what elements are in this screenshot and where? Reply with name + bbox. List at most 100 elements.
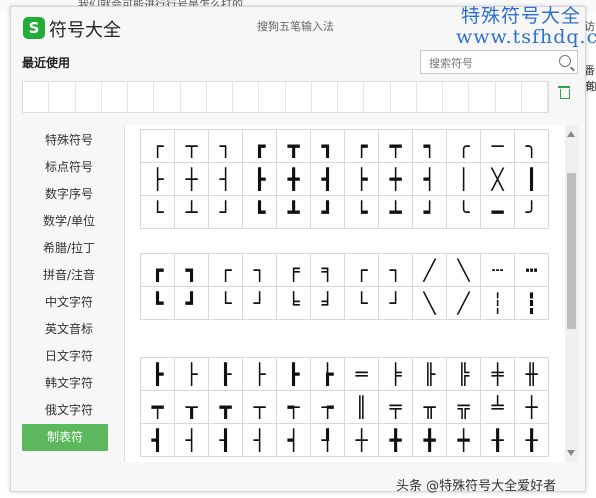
symbol-cell[interactable]: ┣ <box>141 358 175 391</box>
symbol-cell[interactable]: ╲ <box>413 287 447 320</box>
symbol-cell[interactable]: ├ <box>175 358 209 391</box>
symbol-cell[interactable]: ┐ <box>243 254 277 287</box>
sidebar-item[interactable]: 标点符号 <box>22 154 116 181</box>
symbol-cell[interactable]: ┐ <box>209 130 243 163</box>
symbol-cell[interactable]: ┤ <box>175 424 209 457</box>
symbol-cell[interactable]: ┛ <box>175 287 209 320</box>
symbol-cell[interactable]: ┃ <box>515 163 549 196</box>
sidebar-item[interactable]: 韩文字符 <box>22 370 116 397</box>
symbol-cell[interactable]: ┕ <box>345 196 379 229</box>
symbol-cell[interactable]: ╘ <box>277 287 311 320</box>
symbol-cell[interactable]: ┌ <box>141 130 175 163</box>
symbol-cell[interactable]: ╧ <box>481 391 515 424</box>
symbol-cell[interactable]: ┗ <box>243 196 277 229</box>
symbol-cell[interactable]: ┿ <box>447 424 481 457</box>
symbol-cell[interactable]: ┇ <box>515 287 549 320</box>
symbol-cell[interactable]: ╥ <box>413 391 447 424</box>
symbol-cell[interactable]: ┷ <box>379 196 413 229</box>
symbol-cell[interactable]: ┢ <box>311 358 345 391</box>
symbol-cell[interactable]: ┙ <box>413 196 447 229</box>
symbol-cell[interactable]: ╮ <box>515 130 549 163</box>
symbol-cell[interactable]: └ <box>209 287 243 320</box>
sidebar-item[interactable]: 日文字符 <box>22 343 116 370</box>
sidebar-item[interactable]: 数字序号 <box>22 181 116 208</box>
symbol-cell[interactable]: ┄ <box>481 254 515 287</box>
symbol-cell[interactable]: ╒ <box>277 254 311 287</box>
symbol-cell[interactable]: ╲ <box>447 254 481 287</box>
symbol-cell[interactable]: ╞ <box>379 358 413 391</box>
symbol-cell[interactable]: ┼ <box>175 163 209 196</box>
trash-icon[interactable] <box>558 86 570 99</box>
symbol-cell[interactable]: ┘ <box>243 287 277 320</box>
sidebar-item[interactable]: 特殊符号 <box>22 127 116 154</box>
recent-symbols-grid[interactable] <box>22 81 549 113</box>
symbol-cell[interactable]: ┿ <box>379 163 413 196</box>
symbol-cell[interactable]: ┣ <box>277 358 311 391</box>
symbol-cell[interactable]: ┼ <box>515 391 549 424</box>
symbol-cell[interactable]: ┐ <box>379 254 413 287</box>
sidebar-item[interactable]: 中文字符 <box>22 289 116 316</box>
symbol-cell[interactable]: ┫ <box>311 163 345 196</box>
symbol-cell[interactable]: ┓ <box>311 130 345 163</box>
symbol-cell[interactable]: ┍ <box>345 130 379 163</box>
symbol-cell[interactable]: ┠ <box>209 358 243 391</box>
symbol-cell[interactable]: ┬ <box>175 130 209 163</box>
symbol-cell[interactable]: ╠ <box>447 358 481 391</box>
symbol-cell[interactable]: ┑ <box>413 130 447 163</box>
symbol-cell[interactable]: ┣ <box>243 163 277 196</box>
symbol-cell[interactable]: ╫ <box>515 358 549 391</box>
symbol-cell[interactable]: ╱ <box>447 287 481 320</box>
scrollbar[interactable] <box>565 125 578 462</box>
symbol-cell[interactable]: ┘ <box>379 287 413 320</box>
symbol-cell[interactable]: ┦ <box>311 424 345 457</box>
scroll-up-icon[interactable] <box>567 131 575 137</box>
symbol-cell[interactable]: ┯ <box>141 391 175 424</box>
symbol-cell[interactable]: ┬ <box>243 391 277 424</box>
sidebar-item[interactable]: 数学/单位 <box>22 208 116 235</box>
symbol-cell[interactable]: ╰ <box>447 196 481 229</box>
scroll-thumb[interactable] <box>567 173 576 329</box>
symbol-cell[interactable]: ╭ <box>447 130 481 163</box>
symbol-cell[interactable]: ┓ <box>175 254 209 287</box>
sidebar-item[interactable]: 英文音标 <box>22 316 116 343</box>
symbol-cell[interactable]: ┗ <box>141 287 175 320</box>
symbol-cell[interactable]: ┝ <box>345 163 379 196</box>
sidebar-item[interactable]: 俄文字符 <box>22 397 116 424</box>
symbol-cell[interactable]: ┤ <box>209 163 243 196</box>
symbol-cell[interactable]: ╯ <box>515 196 549 229</box>
symbol-cell[interactable]: ╳ <box>481 163 515 196</box>
symbol-cell[interactable]: ┆ <box>481 287 515 320</box>
symbol-cell[interactable]: ┼ <box>345 424 379 457</box>
symbol-cell[interactable]: ┌ <box>345 254 379 287</box>
symbol-cell[interactable]: └ <box>141 196 175 229</box>
symbol-cell[interactable]: │ <box>447 163 481 196</box>
symbol-cell[interactable]: ┘ <box>209 196 243 229</box>
symbol-cell[interactable]: ─ <box>481 130 515 163</box>
symbol-cell[interactable]: ━ <box>481 196 515 229</box>
sidebar-item[interactable]: 制表符 <box>22 424 108 451</box>
symbol-cell[interactable]: ┭ <box>277 391 311 424</box>
symbol-cell[interactable]: ┅ <box>515 254 549 287</box>
symbol-cell[interactable]: ┏ <box>141 254 175 287</box>
symbol-cell[interactable]: ═ <box>345 358 379 391</box>
symbol-cell[interactable]: ┻ <box>277 196 311 229</box>
symbol-cell[interactable]: ╟ <box>413 358 447 391</box>
symbol-cell[interactable]: ┰ <box>175 391 209 424</box>
symbol-cell[interactable]: ┏ <box>243 130 277 163</box>
symbol-cell[interactable]: ┳ <box>277 130 311 163</box>
sidebar-item[interactable]: 拼音/注音 <box>22 262 116 289</box>
symbol-cell[interactable]: ╛ <box>311 287 345 320</box>
symbol-cell[interactable]: ╪ <box>481 358 515 391</box>
symbol-cell[interactable]: ╕ <box>311 254 345 287</box>
symbol-cell[interactable]: ╋ <box>379 424 413 457</box>
symbol-cell[interactable]: ┌ <box>209 254 243 287</box>
symbol-cell[interactable]: ┳ <box>209 391 243 424</box>
symbol-cell[interactable]: ┥ <box>277 424 311 457</box>
symbol-cell[interactable]: ┛ <box>311 196 345 229</box>
symbol-cell[interactable]: ║ <box>345 391 379 424</box>
search-input[interactable] <box>427 52 551 74</box>
symbol-cell[interactable]: ┯ <box>379 130 413 163</box>
sidebar-item[interactable]: 希腊/拉丁 <box>22 235 116 262</box>
symbol-cell[interactable]: ╋ <box>413 424 447 457</box>
search-box[interactable] <box>420 50 578 74</box>
